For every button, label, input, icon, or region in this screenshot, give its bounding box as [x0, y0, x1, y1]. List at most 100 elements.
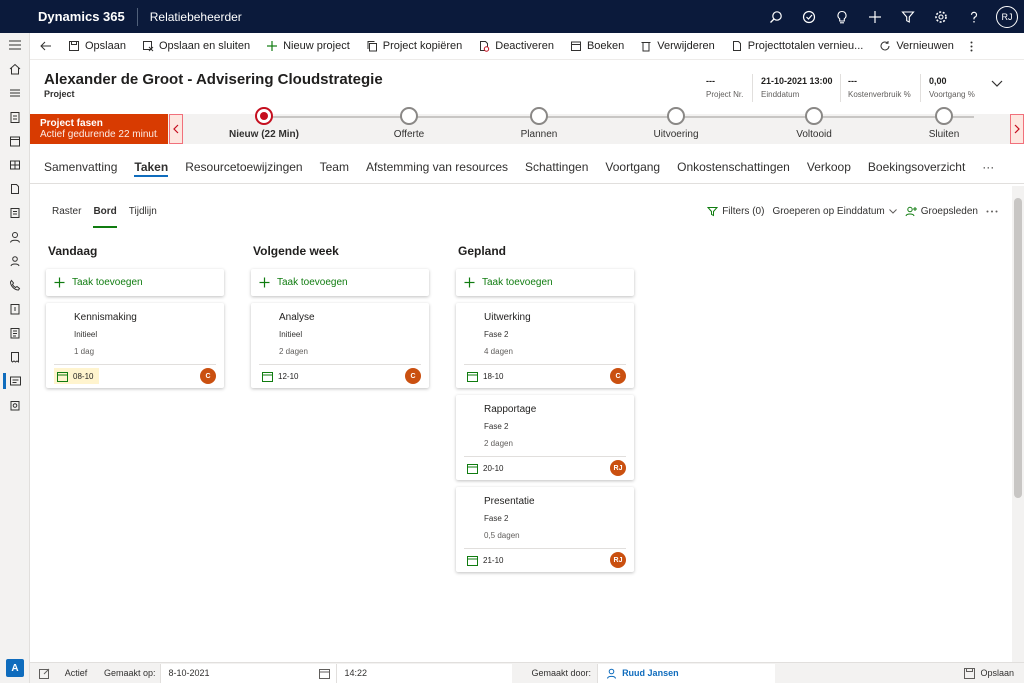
task-due-date-text: 12-10 — [278, 371, 299, 381]
search-icon[interactable] — [759, 0, 792, 33]
tab-onkostenschattingen[interactable]: Onkostenschattingen — [677, 150, 790, 184]
group-by-label: Groeperen op Einddatum — [772, 206, 885, 217]
tab-boekingsoverzicht[interactable]: Boekingsoverzicht — [868, 150, 965, 184]
more-tabs-button[interactable]: ··· — [982, 150, 994, 184]
assignee-avatar[interactable]: RJ — [610, 552, 626, 568]
resource-icon[interactable] — [0, 393, 30, 417]
group-by-dropdown[interactable]: Groeperen op Einddatum — [772, 206, 897, 217]
task-card[interactable]: Presentatie Fase 2 0,5 dagen 21-10 RJ — [456, 487, 634, 572]
tab-schattingen[interactable]: Schattingen — [525, 150, 588, 184]
task-card[interactable]: Analyse Initieel 2 dagen 12-10 C — [251, 303, 429, 388]
tab-taken[interactable]: Taken — [134, 150, 168, 184]
created-on-date-field[interactable]: 8-10-2021 — [159, 663, 336, 683]
more-options-icon[interactable] — [986, 210, 998, 213]
help-icon[interactable] — [957, 0, 990, 33]
home-icon[interactable] — [0, 57, 30, 81]
save-and-close-button[interactable]: Opslaan en sluiten — [134, 33, 258, 60]
add-task-button[interactable]: Taak toevoegen — [251, 269, 429, 296]
tab-samenvatting[interactable]: Samenvatting — [44, 150, 117, 184]
projects-icon[interactable] — [0, 369, 30, 393]
created-on-time-field[interactable]: 14:22 — [335, 663, 512, 683]
chevron-down-icon[interactable] — [991, 80, 1003, 88]
view-tab-board[interactable]: Bord — [93, 206, 118, 228]
brand-separator — [136, 7, 138, 26]
deactivate-button[interactable]: Deactiveren — [470, 33, 562, 60]
document-list-icon[interactable] — [0, 201, 30, 225]
vertical-scrollbar[interactable] — [1012, 186, 1024, 662]
save-icon — [964, 667, 976, 679]
tab-voortgang[interactable]: Voortgang — [605, 150, 660, 184]
filter-icon[interactable] — [891, 0, 924, 33]
process-name: Project fasen — [40, 118, 103, 129]
lightbulb-icon[interactable] — [825, 0, 858, 33]
notes-icon[interactable] — [0, 321, 30, 345]
hamburger-menu-icon[interactable] — [0, 33, 30, 57]
task-card[interactable]: Kennismaking Initieel 1 dag 08-10 C — [46, 303, 224, 388]
add-task-button[interactable]: Taak toevoegen — [46, 269, 224, 296]
task-card[interactable]: Uitwerking Fase 2 4 dagen 18-10 C — [456, 303, 634, 388]
person-icon — [606, 668, 617, 679]
calendar-icon[interactable] — [0, 129, 30, 153]
task-card[interactable]: Rapportage Fase 2 2 dagen 20-10 RJ — [456, 395, 634, 480]
assignee-avatar[interactable]: C — [610, 368, 626, 384]
scrollbar-thumb[interactable] — [1014, 198, 1022, 498]
document-icon[interactable] — [0, 177, 30, 201]
area-switcher-badge[interactable]: A — [6, 659, 24, 677]
column-title: Vandaag — [48, 244, 98, 258]
previous-stage-button[interactable] — [169, 114, 183, 144]
stage-offerte[interactable]: Offerte — [349, 107, 469, 140]
more-commands-icon[interactable] — [962, 33, 981, 60]
report-icon[interactable] — [0, 297, 30, 321]
stage-sluiten[interactable]: Sluiten — [884, 107, 1004, 140]
phone-icon[interactable] — [0, 273, 30, 297]
tab-afstemming-van-resources[interactable]: Afstemming van resources — [366, 150, 508, 184]
stage-plannen[interactable]: Plannen — [479, 107, 599, 140]
assignee-avatar[interactable]: C — [405, 368, 421, 384]
book-button[interactable]: Boeken — [562, 33, 632, 60]
next-stage-button[interactable] — [1010, 114, 1024, 144]
gear-icon[interactable] — [924, 0, 957, 33]
user-avatar[interactable]: RJ — [996, 5, 1018, 28]
person-icon[interactable] — [0, 249, 30, 273]
tab-team[interactable]: Team — [320, 150, 349, 184]
header-field-value: --- — [848, 76, 857, 86]
copy-project-button[interactable]: Project kopiëren — [358, 33, 471, 60]
assignee-avatar[interactable]: RJ — [610, 460, 626, 476]
stage-voltooid[interactable]: Voltooid — [754, 107, 874, 140]
stage-uitvoering[interactable]: Uitvoering — [616, 107, 736, 140]
invoice-icon[interactable] — [0, 345, 30, 369]
clipboard-icon[interactable] — [0, 105, 30, 129]
delete-label: Verwijderen — [657, 40, 715, 52]
new-project-button[interactable]: Nieuw project — [258, 33, 358, 60]
refresh-project-totals-button[interactable]: Projecttotalen vernieu... — [723, 33, 872, 60]
save-button[interactable]: Opslaan — [60, 33, 134, 60]
task-title: Uitwerking — [484, 312, 531, 323]
assignee-avatar[interactable]: C — [200, 368, 216, 384]
tab-resourcetoewijzingen[interactable]: Resourcetoewijzingen — [185, 150, 302, 184]
add-task-button[interactable]: Taak toevoegen — [456, 269, 634, 296]
plus-icon[interactable] — [858, 0, 891, 33]
view-tab-grid[interactable]: Raster — [52, 206, 81, 228]
delete-button[interactable]: Verwijderen — [632, 33, 722, 60]
process-flyout-button[interactable]: Project fasen Actief gedurende 22 minut.… — [30, 114, 168, 144]
refresh-button[interactable]: Vernieuwen — [871, 33, 962, 60]
created-by-field[interactable]: Ruud Jansen — [597, 663, 776, 683]
contact-icon[interactable] — [0, 225, 30, 249]
header-field-value: --- — [706, 76, 715, 86]
app-brand[interactable]: Dynamics 365 — [38, 9, 125, 24]
open-in-window-icon[interactable] — [30, 668, 58, 679]
task-check-icon[interactable] — [792, 0, 825, 33]
back-arrow-icon[interactable] — [32, 41, 60, 51]
footer-save-button[interactable]: Opslaan — [964, 667, 1024, 679]
task-due-date: 18-10 — [464, 368, 509, 384]
table-icon[interactable] — [0, 153, 30, 177]
created-by-user-link[interactable]: Ruud Jansen — [622, 668, 679, 678]
group-members-button[interactable]: Groepsleden — [905, 206, 978, 217]
app-area-name[interactable]: Relatiebeheerder — [150, 10, 242, 24]
filters-label: Filters (0) — [722, 206, 765, 217]
filters-button[interactable]: Filters (0) — [707, 206, 764, 217]
stage-new[interactable]: Nieuw (22 Min) — [204, 107, 324, 140]
tab-verkoop[interactable]: Verkoop — [807, 150, 851, 184]
view-tab-timeline[interactable]: Tijdlijn — [129, 206, 157, 228]
recent-icon[interactable] — [0, 81, 30, 105]
